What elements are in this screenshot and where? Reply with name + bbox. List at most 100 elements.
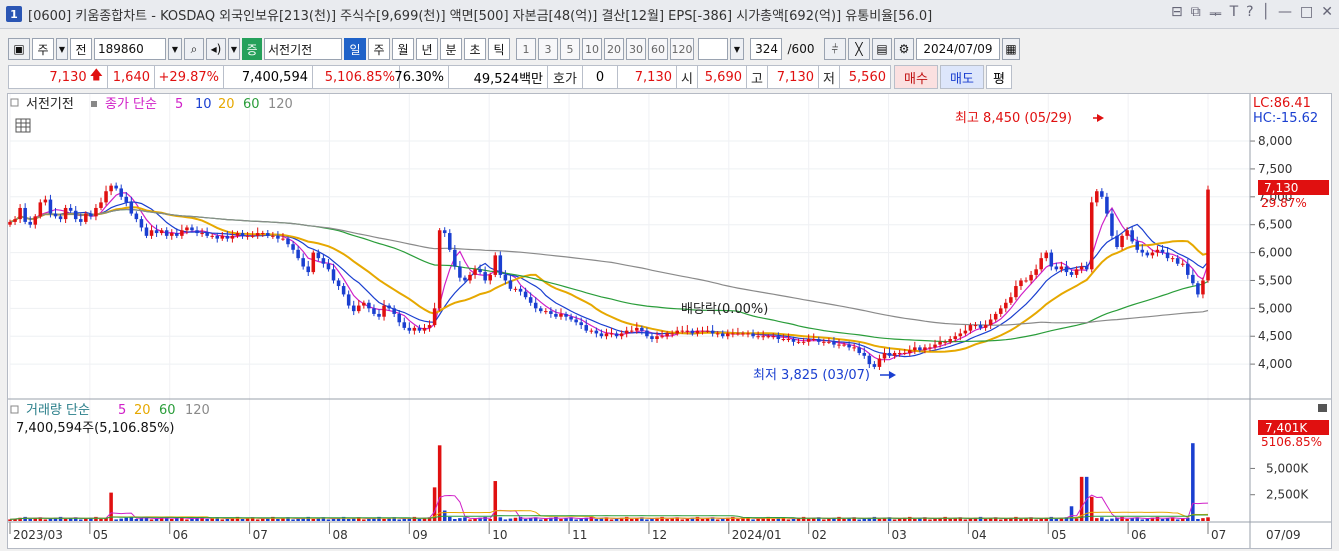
candle-body bbox=[58, 216, 63, 220]
candle-body bbox=[801, 341, 806, 343]
candle-body bbox=[1191, 274, 1195, 284]
interval-5[interactable]: 5 bbox=[560, 38, 580, 60]
code-dropdown-icon[interactable]: ▼ bbox=[168, 38, 182, 60]
speaker-dropdown-icon[interactable]: ▼ bbox=[228, 38, 240, 60]
price-legend-series: 종가 단순 bbox=[105, 97, 157, 112]
candle-body bbox=[958, 333, 963, 337]
candle-body bbox=[331, 269, 336, 281]
gear-icon[interactable]: ⚙ bbox=[894, 38, 914, 60]
minimize-icon[interactable]: — bbox=[1278, 4, 1292, 24]
interval-1[interactable]: 1 bbox=[516, 38, 536, 60]
candle-icon[interactable]: ⫩ bbox=[824, 38, 846, 60]
candle-body bbox=[1165, 252, 1170, 259]
volume-bar bbox=[437, 445, 442, 521]
font-icon[interactable]: T bbox=[1230, 4, 1239, 24]
date-tick-label: 03 bbox=[892, 528, 907, 542]
tab-period-minute[interactable]: 분 bbox=[440, 38, 462, 60]
maximize-icon[interactable]: □ bbox=[1300, 4, 1313, 24]
candle-body bbox=[645, 330, 649, 337]
calendar-icon[interactable]: ▦ bbox=[1002, 38, 1020, 60]
search-icon[interactable]: ⌕ bbox=[184, 38, 204, 60]
volume-pct-tag: 5106.85% bbox=[1261, 435, 1322, 449]
volume-bar bbox=[736, 519, 740, 521]
interval-20[interactable]: 20 bbox=[604, 38, 624, 60]
candle-body bbox=[84, 213, 88, 222]
buy-button[interactable]: 매수 bbox=[894, 65, 938, 89]
save-icon[interactable]: ▤ bbox=[872, 38, 892, 60]
interval-60[interactable]: 60 bbox=[648, 38, 668, 60]
tab-period-second[interactable]: 초 bbox=[464, 38, 486, 60]
candle-body bbox=[983, 325, 988, 328]
candle-body bbox=[422, 327, 427, 331]
tab-period-day[interactable]: 일 bbox=[344, 38, 366, 60]
candle-body bbox=[503, 274, 508, 281]
candle-body bbox=[28, 221, 32, 225]
market-type-select[interactable]: 주 bbox=[32, 38, 54, 60]
volume-bar bbox=[983, 519, 988, 521]
candle-body bbox=[907, 350, 912, 353]
candle-body bbox=[473, 269, 477, 275]
volume-panel-settings-icon[interactable] bbox=[10, 405, 19, 414]
legend-ma20: 20 bbox=[218, 97, 235, 112]
volume-bar bbox=[700, 519, 705, 521]
table-icon[interactable] bbox=[15, 118, 31, 133]
speaker-icon[interactable]: ◂) bbox=[206, 38, 226, 60]
line-tool-icon[interactable]: ╳ bbox=[848, 38, 870, 60]
close-icon[interactable]: ✕ bbox=[1321, 4, 1333, 24]
candle-body bbox=[266, 233, 270, 236]
volume-bar bbox=[751, 519, 755, 521]
candle-body bbox=[513, 288, 518, 290]
stock-code-input[interactable]: 189860 bbox=[94, 38, 166, 60]
dock-icon[interactable]: ⊟ bbox=[1171, 4, 1183, 24]
volume-bar bbox=[629, 519, 634, 521]
lc-value: LC:86.41 bbox=[1253, 96, 1311, 111]
candle-body bbox=[488, 274, 492, 281]
layout-icon[interactable]: ▣ bbox=[8, 38, 30, 60]
candle-body bbox=[1064, 266, 1069, 273]
avg-button[interactable]: 평 bbox=[986, 65, 1012, 89]
candle-body bbox=[953, 336, 958, 340]
chevron-down-icon[interactable]: ▼ bbox=[56, 38, 68, 60]
tab-period-month[interactable]: 월 bbox=[392, 38, 414, 60]
candle-body bbox=[1049, 252, 1054, 267]
candle-body bbox=[38, 202, 43, 217]
candle-body bbox=[680, 330, 685, 332]
candle-body bbox=[811, 339, 816, 341]
pin-icon[interactable]: ᆍ bbox=[1209, 4, 1222, 24]
tab-period-week[interactable]: 주 bbox=[368, 38, 390, 60]
cascade-icon[interactable]: ⧉ bbox=[1191, 4, 1201, 24]
volume-bar bbox=[1054, 519, 1059, 521]
ma-line-60 bbox=[9, 208, 1209, 343]
panel-close-icon[interactable] bbox=[1318, 404, 1327, 412]
tab-period-year[interactable]: 년 bbox=[416, 38, 438, 60]
candle-body bbox=[609, 333, 614, 335]
candle-body bbox=[918, 347, 922, 351]
candle-body bbox=[1069, 272, 1074, 275]
date-input[interactable]: 2024/07/09 bbox=[916, 38, 1000, 60]
candle-body bbox=[736, 333, 740, 335]
custom-interval-input[interactable] bbox=[698, 38, 728, 60]
count-input[interactable]: 324 bbox=[750, 38, 782, 60]
price-volume-chart[interactable]: 8,0007,5007,0006,5006,0005,5005,0004,500… bbox=[8, 94, 1331, 548]
interval-30[interactable]: 30 bbox=[626, 38, 646, 60]
volume-bar bbox=[1125, 519, 1129, 521]
candle-body bbox=[1170, 258, 1175, 260]
candle-body bbox=[518, 288, 523, 292]
candle-body bbox=[33, 216, 38, 225]
interval-dropdown-icon[interactable]: ▼ bbox=[730, 38, 744, 60]
interval-3[interactable]: 3 bbox=[538, 38, 558, 60]
tab-period-tick[interactable]: 틱 bbox=[488, 38, 510, 60]
prev-button[interactable]: 전 bbox=[70, 38, 92, 60]
date-tick-label: 07 bbox=[253, 528, 268, 542]
interval-120[interactable]: 120 bbox=[670, 38, 694, 60]
help-icon[interactable]: ? bbox=[1246, 4, 1253, 24]
chart-area[interactable]: 8,000 7,500 7,000 6,500 6,000 5,500 5,000 4,500… bbox=[7, 93, 1332, 549]
panel-settings-icon[interactable] bbox=[10, 98, 19, 107]
candle-body bbox=[523, 291, 528, 298]
candle-body bbox=[700, 330, 705, 332]
candle-body bbox=[1059, 266, 1064, 270]
date-tick-label: 08 bbox=[332, 528, 347, 542]
sell-button[interactable]: 매도 bbox=[940, 65, 984, 89]
interval-10[interactable]: 10 bbox=[582, 38, 602, 60]
candle-body bbox=[68, 207, 73, 211]
